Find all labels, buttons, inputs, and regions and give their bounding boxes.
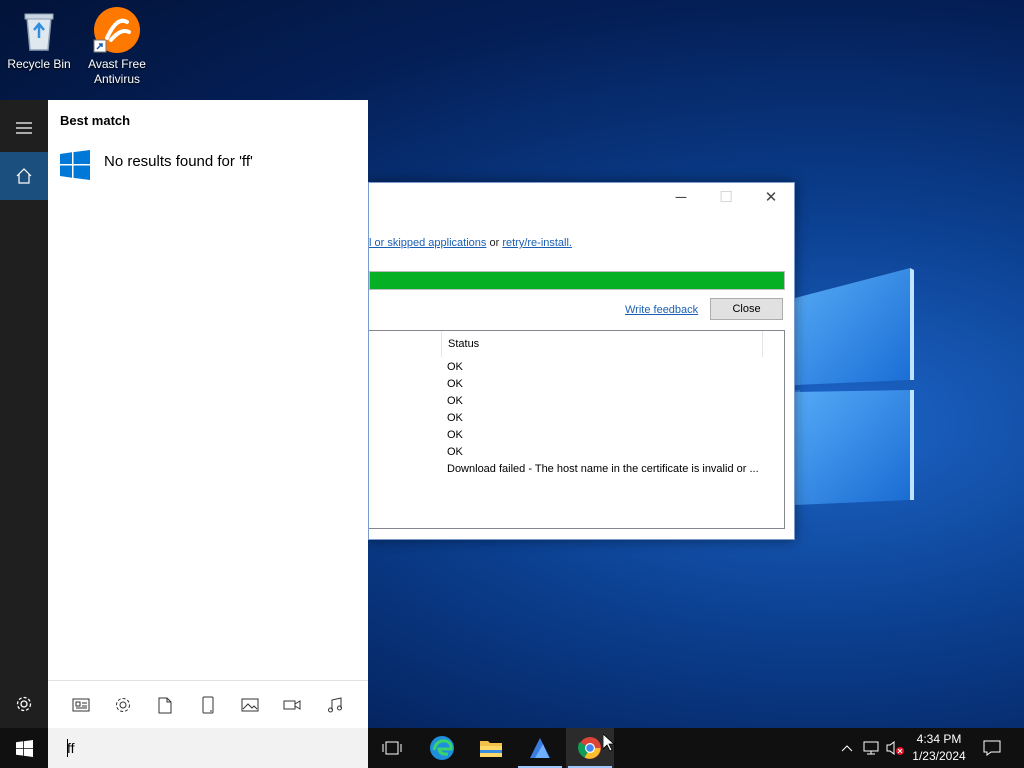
filter-music-button[interactable] — [322, 693, 348, 717]
music-icon — [328, 697, 342, 713]
desktop-icon-label: Avast Free Antivirus — [88, 57, 146, 86]
filter-apps-button[interactable] — [68, 693, 94, 717]
chevron-up-icon — [841, 745, 853, 752]
volume-tray-button[interactable] — [884, 728, 906, 768]
window-close-button[interactable]: ✕ — [749, 187, 793, 209]
show-hidden-icons-button[interactable] — [838, 728, 856, 768]
filter-mobile-button[interactable] — [195, 693, 221, 717]
videos-icon — [283, 700, 301, 710]
search-filter-bar — [48, 680, 368, 728]
edge-icon — [430, 736, 454, 760]
filter-settings-button[interactable] — [110, 693, 136, 717]
no-results-text: No results found for 'ff' — [104, 153, 253, 170]
filter-photos-button[interactable] — [237, 693, 263, 717]
windows-start-icon — [15, 739, 33, 757]
desktop-icon-label: Recycle Bin — [7, 57, 71, 71]
notification-icon — [983, 740, 1001, 756]
task-view-icon — [382, 741, 402, 755]
close-button[interactable]: Close — [710, 298, 783, 320]
file-explorer-icon — [480, 741, 502, 757]
status-row[interactable]: OK — [447, 359, 759, 376]
status-row[interactable]: OK — [447, 410, 759, 427]
desktop-icon-avast[interactable]: Avast Free Antivirus — [79, 0, 155, 87]
network-icon — [863, 741, 879, 755]
progress-fill — [370, 272, 784, 289]
write-feedback-link[interactable]: Write feedback — [625, 304, 698, 316]
status-list[interactable]: Status OK OK OK OK OK OK Download failed… — [369, 330, 785, 529]
retry-reinstall-link[interactable]: retry/re-install. — [502, 237, 572, 249]
app-taskbar-button[interactable] — [516, 728, 564, 768]
filter-videos-button[interactable] — [279, 693, 305, 717]
windows-logo-icon — [60, 150, 90, 180]
action-center-button[interactable] — [978, 728, 1006, 768]
status-row[interactable]: OK — [447, 393, 759, 410]
network-tray-button[interactable] — [860, 728, 882, 768]
best-match-result[interactable]: No results found for 'ff' — [48, 144, 368, 186]
status-row[interactable]: Download failed - The host name in the c… — [447, 461, 759, 478]
minimize-button[interactable]: ─ — [659, 187, 703, 209]
file-explorer-taskbar-button[interactable] — [467, 728, 515, 768]
clock-date: 1/23/2024 — [912, 749, 966, 763]
avast-icon — [93, 6, 141, 54]
maximize-button: ☐ — [719, 189, 733, 206]
status-row[interactable]: OK — [447, 427, 759, 444]
home-button[interactable] — [0, 152, 48, 200]
clock-time: 4:34 PM — [916, 732, 962, 746]
documents-icon — [158, 697, 172, 713]
best-match-heading: Best match — [60, 113, 131, 128]
settings-icon — [116, 698, 130, 712]
start-button[interactable] — [0, 728, 48, 768]
settings-button[interactable] — [0, 680, 48, 728]
install-progress-bar — [369, 271, 785, 290]
installer-window: ─ ☐ ✕ l or skipped applications or retry… — [368, 182, 795, 540]
gear-icon — [16, 696, 32, 712]
status-row[interactable]: OK — [447, 444, 759, 461]
volume-muted-icon — [886, 741, 904, 755]
desktop-icon-recycle-bin[interactable]: Recycle Bin — [1, 0, 77, 72]
photos-icon — [241, 698, 259, 712]
start-menu-rail — [0, 100, 48, 728]
message-text: or — [486, 237, 503, 249]
failed-skipped-link[interactable]: l or skipped applications — [369, 237, 486, 249]
hamburger-menu-button[interactable] — [0, 104, 48, 152]
home-icon — [16, 168, 32, 184]
search-results-panel: Best match No results found for 'ff' — [48, 100, 368, 728]
app-icon — [530, 738, 550, 758]
taskbar-search-input[interactable]: ff — [48, 728, 368, 768]
taskbar: ff 4:34 PM 1/23/2024 — [0, 728, 1024, 768]
apps-icon — [72, 698, 90, 712]
filter-documents-button[interactable] — [152, 693, 178, 717]
taskbar-clock[interactable]: 4:34 PM 1/23/2024 — [904, 731, 974, 765]
task-view-button[interactable] — [368, 728, 416, 768]
search-query: ff — [67, 740, 75, 756]
installer-message: l or skipped applications or retry/re-in… — [369, 237, 572, 249]
mobile-icon — [202, 696, 214, 714]
recycle-bin-icon — [15, 6, 63, 54]
chrome-icon — [578, 737, 601, 759]
edge-taskbar-button[interactable] — [418, 728, 466, 768]
status-column-header[interactable]: Status — [441, 331, 763, 357]
status-row[interactable]: OK — [447, 376, 759, 393]
mouse-cursor-icon — [603, 734, 615, 752]
hamburger-icon — [16, 122, 32, 134]
